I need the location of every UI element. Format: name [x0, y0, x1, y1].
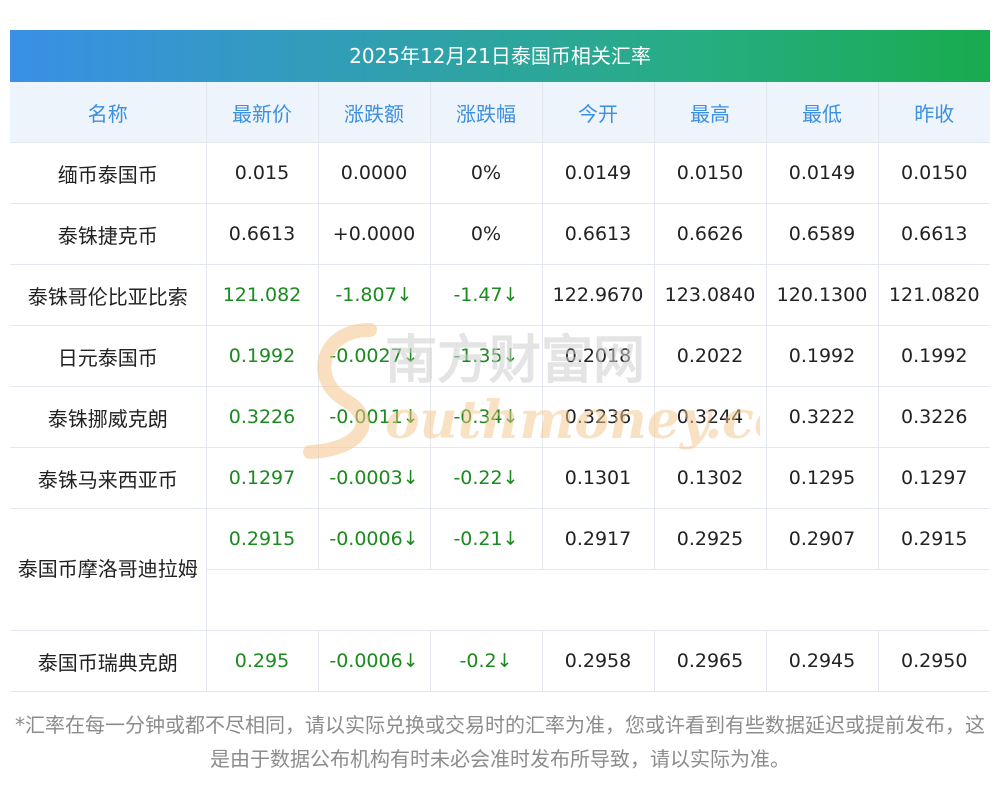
header-latest: 最新价	[206, 82, 319, 143]
cell-high: 0.2022	[654, 325, 767, 387]
cell-low: 0.6589	[766, 203, 879, 265]
cell-open: 0.2958	[542, 630, 655, 692]
cell-name: 泰国币摩洛哥迪拉姆	[10, 508, 207, 631]
cell-prev-close: 0.2915	[878, 508, 990, 570]
cell-high: 0.3244	[654, 386, 767, 448]
header-change-pct: 涨跌幅	[430, 82, 543, 143]
cell-high: 0.0150	[654, 142, 767, 204]
cell-high: 0.2965	[654, 630, 767, 692]
cell-change: -0.0011↓	[318, 386, 431, 448]
cell-high: 123.0840	[654, 264, 767, 326]
cell-prev-close: 0.0150	[878, 142, 990, 204]
table-row: 缅币泰国币 0.015 0.0000 0% 0.0149 0.0150 0.01…	[10, 142, 990, 204]
cell-latest: 0.2915	[206, 508, 319, 570]
cell-open: 0.0149	[542, 142, 655, 204]
table-row: 泰铢捷克币 0.6613 +0.0000 0% 0.6613 0.6626 0.…	[10, 203, 990, 265]
cell-change: -1.807↓	[318, 264, 431, 326]
cell-prev-close: 0.2950	[878, 630, 990, 692]
cell-prev-close: 0.1297	[878, 447, 990, 509]
cell-name: 泰铢捷克币	[10, 203, 207, 265]
cell-latest: 0.1297	[206, 447, 319, 509]
cell-latest: 0.1992	[206, 325, 319, 387]
cell-change: -0.0006↓	[318, 508, 431, 570]
cell-low: 0.0149	[766, 142, 879, 204]
cell-change-pct: -1.35↓	[430, 325, 543, 387]
cell-latest: 0.6613	[206, 203, 319, 265]
cell-low: 0.1295	[766, 447, 879, 509]
table-row: 泰国币瑞典克朗 0.295 -0.0006↓ -0.2↓ 0.2958 0.29…	[10, 630, 990, 692]
cell-change-pct: -0.34↓	[430, 386, 543, 448]
cell-change-pct: -0.21↓	[430, 508, 543, 570]
cell-low: 0.3222	[766, 386, 879, 448]
cell-name: 泰铢哥伦比亚比索	[10, 264, 207, 326]
cell-prev-close: 0.6613	[878, 203, 990, 265]
cell-change-pct: 0%	[430, 203, 543, 265]
cell-high: 0.2925	[654, 508, 767, 570]
cell-latest: 121.082	[206, 264, 319, 326]
cell-open: 122.9670	[542, 264, 655, 326]
header-open: 今开	[542, 82, 655, 143]
header-low: 最低	[766, 82, 879, 143]
cell-latest: 0.015	[206, 142, 319, 204]
cell-open: 0.6613	[542, 203, 655, 265]
cell-name: 泰铢挪威克朗	[10, 386, 207, 448]
exchange-rate-table: 名称 最新价 涨跌额 涨跌幅 今开 最高 最低 昨收 缅币泰国币 0.015 0…	[10, 82, 990, 692]
table-row: 泰铢马来西亚币 0.1297 -0.0003↓ -0.22↓ 0.1301 0.…	[10, 447, 990, 509]
cell-low: 0.1992	[766, 325, 879, 387]
cell-change-pct: -1.47↓	[430, 264, 543, 326]
cell-latest: 0.3226	[206, 386, 319, 448]
header-change: 涨跌额	[318, 82, 431, 143]
cell-name: 泰铢马来西亚币	[10, 447, 207, 509]
table-row: 泰国币摩洛哥迪拉姆 0.2915 -0.0006↓ -0.21↓ 0.2917 …	[10, 508, 990, 631]
cell-low: 120.1300	[766, 264, 879, 326]
disclaimer-note: *汇率在每一分钟或都不尽相同，请以实际兑换或交易时的汇率为准，您或许看到有些数据…	[15, 713, 985, 771]
cell-change: 0.0000	[318, 142, 431, 204]
cell-change: -0.0006↓	[318, 630, 431, 692]
empty-cell	[206, 569, 990, 631]
cell-low: 0.2945	[766, 630, 879, 692]
cell-open: 0.2018	[542, 325, 655, 387]
cell-latest: 0.295	[206, 630, 319, 692]
cell-prev-close: 121.0820	[878, 264, 990, 326]
cell-change-pct: -0.2↓	[430, 630, 543, 692]
cell-change: -0.0027↓	[318, 325, 431, 387]
cell-prev-close: 0.3226	[878, 386, 990, 448]
table-row: 泰铢哥伦比亚比索 121.082 -1.807↓ -1.47↓ 122.9670…	[10, 264, 990, 326]
cell-high: 0.1302	[654, 447, 767, 509]
cell-name: 缅币泰国币	[10, 142, 207, 204]
cell-change-pct: 0%	[430, 142, 543, 204]
table-title: 2025年12月21日泰国币相关汇率	[10, 30, 990, 82]
cell-open: 0.2917	[542, 508, 655, 570]
cell-prev-close: 0.1992	[878, 325, 990, 387]
cell-high: 0.6626	[654, 203, 767, 265]
cell-change-pct: -0.22↓	[430, 447, 543, 509]
header-prev-close: 昨收	[878, 82, 990, 143]
cell-low: 0.2907	[766, 508, 879, 570]
table-row: 泰铢挪威克朗 0.3226 -0.0011↓ -0.34↓ 0.3236 0.3…	[10, 386, 990, 448]
cell-change: +0.0000	[318, 203, 431, 265]
cell-change: -0.0003↓	[318, 447, 431, 509]
cell-open: 0.1301	[542, 447, 655, 509]
header-name: 名称	[10, 82, 207, 143]
cell-name: 泰国币瑞典克朗	[10, 630, 207, 692]
cell-open: 0.3236	[542, 386, 655, 448]
header-row: 名称 最新价 涨跌额 涨跌幅 今开 最高 最低 昨收	[10, 82, 990, 143]
header-high: 最高	[654, 82, 767, 143]
cell-name: 日元泰国币	[10, 325, 207, 387]
table-row: 日元泰国币 0.1992 -0.0027↓ -1.35↓ 0.2018 0.20…	[10, 325, 990, 387]
